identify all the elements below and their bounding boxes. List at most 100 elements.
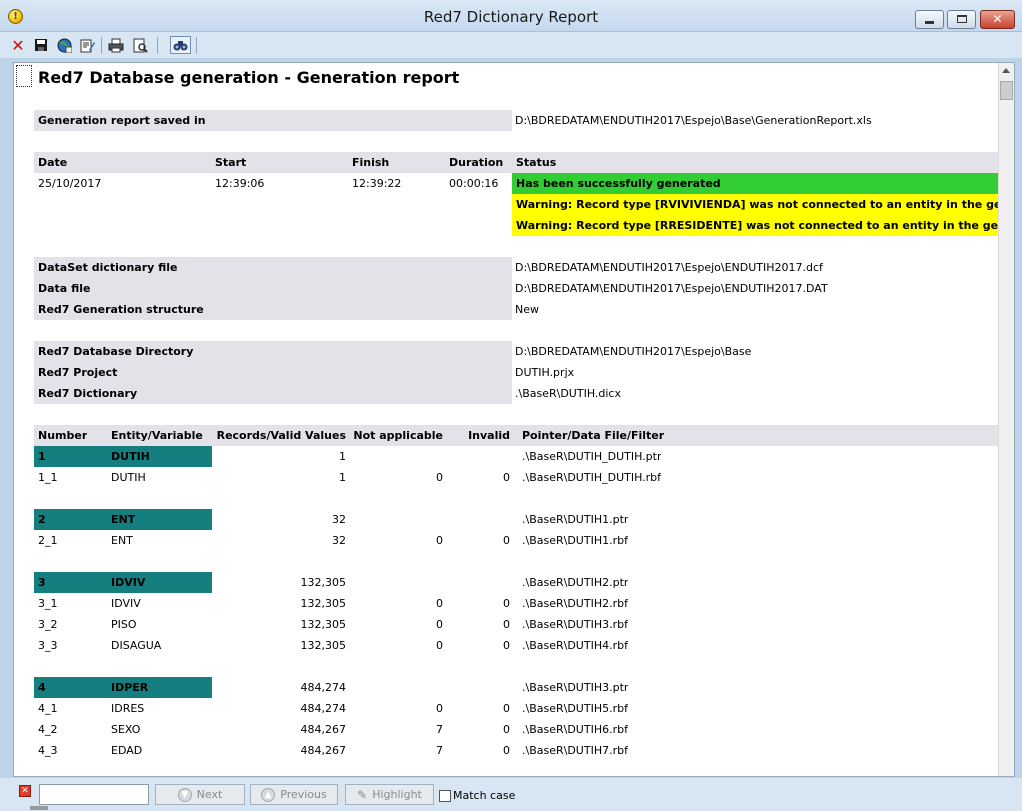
save-icon[interactable]: [32, 36, 50, 54]
checkbox-icon[interactable]: [439, 789, 451, 802]
variable-records: 32: [332, 534, 346, 547]
variable-number: 1_1: [38, 471, 58, 484]
variable-not-applicable: 7: [436, 723, 443, 736]
report-title: Red7 Database generation - Generation re…: [38, 68, 460, 87]
find-input[interactable]: [39, 784, 149, 805]
minimize-button[interactable]: [915, 10, 944, 29]
entity-name: DUTIH: [111, 450, 150, 463]
header-start: Start: [215, 156, 247, 169]
find-bar: ✕ ▼ Next ▲ Previous ✎ Highlight Match ca…: [0, 778, 1022, 811]
variable-name: EDAD: [111, 744, 143, 757]
variable-invalid: 0: [503, 471, 510, 484]
toolbar-separator: [196, 37, 197, 54]
entity-number: 3: [38, 576, 46, 589]
variable-invalid: 0: [503, 618, 510, 631]
highlight-icon: ✎: [357, 787, 368, 802]
title-bar: ! Red7 Dictionary Report ✕: [0, 0, 1022, 32]
saved-value: D:\BDREDATAM\ENDUTIH2017\Espejo\Base\Gen…: [515, 114, 872, 127]
scroll-up-icon[interactable]: [1002, 68, 1010, 73]
variable-not-applicable: 0: [436, 471, 443, 484]
database-value: D:\BDREDATAM\ENDUTIH2017\Espejo\Base: [515, 345, 752, 358]
match-case-label: Match case: [453, 789, 516, 802]
variable-number: 4_2: [38, 723, 58, 736]
status-warning-message: Warning: Record type [RRESIDENTE] was no…: [512, 215, 998, 236]
entity-records: 32: [332, 513, 346, 526]
entity-records: 484,274: [300, 681, 347, 694]
variable-number: 2_1: [38, 534, 58, 547]
highlight-button[interactable]: ✎ Highlight: [345, 784, 434, 805]
header-invalid: Invalid: [468, 429, 510, 442]
header-not-applicable: Not applicable: [353, 429, 443, 442]
web-export-icon[interactable]: [55, 36, 73, 54]
variable-not-applicable: 7: [436, 744, 443, 757]
print-icon[interactable]: [107, 36, 125, 54]
variable-records: 484,267: [300, 723, 347, 736]
close-find-icon[interactable]: ✕: [19, 785, 31, 797]
file-value: New: [515, 303, 539, 316]
toolbar-separator: [101, 37, 102, 54]
status-success-message: Has been successfully generated: [512, 173, 998, 194]
header-entity: Entity/Variable: [111, 429, 203, 442]
variable-pointer: .\BaseR\DUTIH4.rbf: [522, 639, 628, 652]
variable-pointer: .\BaseR\DUTIH5.rbf: [522, 702, 628, 715]
arrow-down-icon: ▼: [177, 787, 192, 802]
variable-name: DUTIH: [111, 471, 146, 484]
database-label: Red7 Project: [34, 362, 512, 383]
edit-icon[interactable]: [78, 36, 96, 54]
match-case-checkbox[interactable]: Match case: [439, 789, 515, 802]
variable-not-applicable: 0: [436, 534, 443, 547]
entity-pointer: .\BaseR\DUTIH2.ptr: [522, 576, 629, 589]
entity-name: ENT: [111, 513, 136, 526]
variable-number: 3_2: [38, 618, 58, 631]
file-label: Data file: [34, 278, 512, 299]
variable-name: DISAGUA: [111, 639, 162, 652]
header-pointer: Pointer/Data File/Filter: [522, 429, 665, 442]
toolbar-separator: [157, 37, 158, 54]
variable-number: 3_1: [38, 597, 58, 610]
variable-number: 4_3: [38, 744, 58, 757]
previous-label: Previous: [280, 788, 327, 801]
header-status: Status: [516, 156, 557, 169]
saved-label: Generation report saved in: [34, 110, 512, 131]
variable-invalid: 0: [503, 639, 510, 652]
maximize-icon: [957, 15, 967, 23]
variable-invalid: 0: [503, 597, 510, 610]
database-label: Red7 Database Directory: [34, 341, 512, 362]
close-window-button[interactable]: ✕: [980, 10, 1015, 29]
variable-number: 3_3: [38, 639, 58, 652]
next-button[interactable]: ▼ Next: [155, 784, 245, 805]
find-icon[interactable]: [170, 36, 191, 54]
print-preview-icon[interactable]: [131, 36, 149, 54]
close-report-icon[interactable]: ✕: [9, 36, 27, 55]
entity-records: 1: [339, 450, 346, 463]
entity-pointer: .\BaseR\DUTIH1.ptr: [522, 513, 629, 526]
entity-pointer: .\BaseR\DUTIH_DUTIH.ptr: [522, 450, 662, 463]
variable-name: PISO: [111, 618, 137, 631]
entity-name: IDPER: [111, 681, 149, 694]
scroll-thumb[interactable]: [1000, 81, 1013, 100]
vertical-scrollbar[interactable]: [998, 63, 1014, 776]
entity-number: 1: [38, 450, 46, 463]
variable-name: ENT: [111, 534, 133, 547]
variable-invalid: 0: [503, 702, 510, 715]
variable-name: IDVIV: [111, 597, 141, 610]
variable-name: SEXO: [111, 723, 141, 736]
variable-not-applicable: 0: [436, 618, 443, 631]
variable-not-applicable: 0: [436, 639, 443, 652]
highlight-label: Highlight: [372, 788, 422, 801]
variable-name: IDRES: [111, 702, 145, 715]
header-date: Date: [38, 156, 68, 169]
variable-pointer: .\BaseR\DUTIH6.rbf: [522, 723, 628, 736]
entity-records: 132,305: [300, 576, 347, 589]
maximize-button[interactable]: [947, 10, 976, 29]
variable-records: 132,305: [300, 639, 347, 652]
variable-pointer: .\BaseR\DUTIH7.rbf: [522, 744, 628, 757]
entity-number: 4: [38, 681, 46, 694]
variable-records: 484,274: [300, 702, 347, 715]
status-duration: 00:00:16: [449, 177, 499, 190]
variable-pointer: .\BaseR\DUTIH2.rbf: [522, 597, 628, 610]
resize-grip[interactable]: [30, 806, 48, 810]
variable-invalid: 0: [503, 723, 510, 736]
variable-number: 4_1: [38, 702, 58, 715]
previous-button[interactable]: ▲ Previous: [250, 784, 338, 805]
